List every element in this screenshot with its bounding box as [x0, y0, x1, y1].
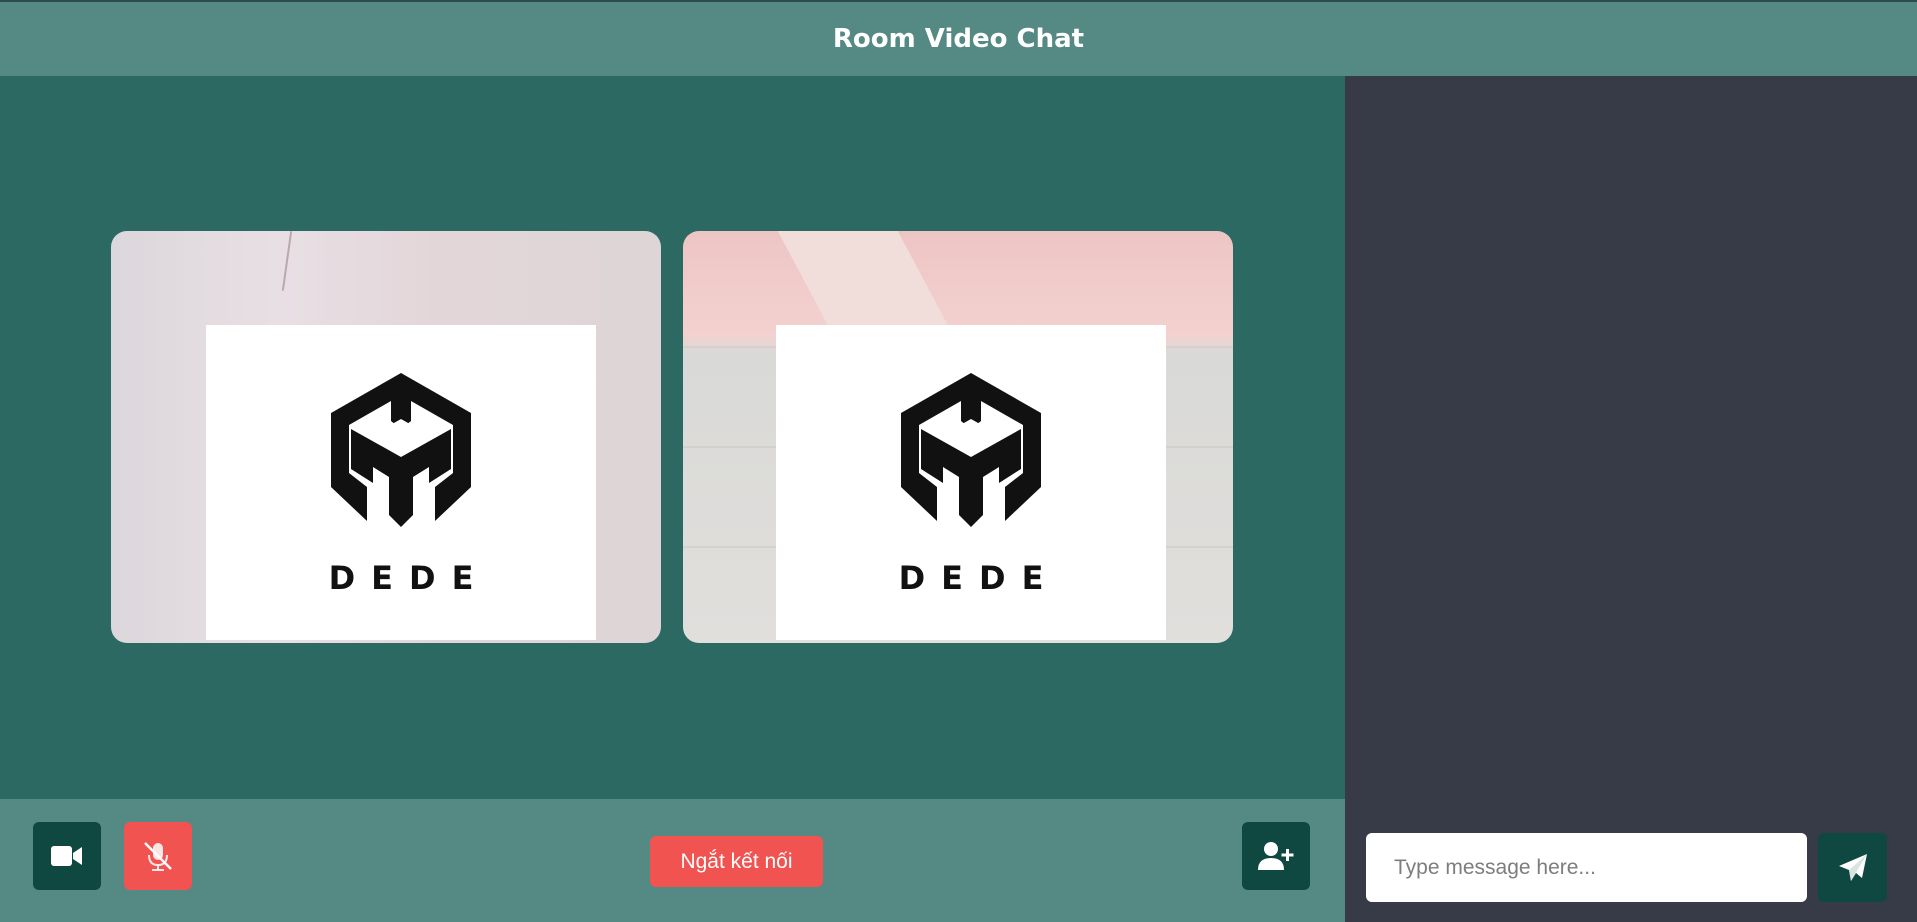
toggle-mic-button[interactable] — [124, 822, 192, 890]
camera-background — [281, 231, 293, 291]
chat-panel — [1345, 76, 1917, 922]
avatar-card: DEDE — [206, 325, 596, 640]
camera-background — [777, 231, 949, 326]
microphone-muted-icon — [144, 842, 172, 871]
avatar-card: DEDE — [776, 325, 1166, 640]
video-stage: DEDE DEDE — [0, 76, 1345, 799]
toggle-video-button[interactable] — [33, 822, 101, 890]
user-plus-icon — [1258, 842, 1294, 870]
disconnect-button[interactable]: Ngắt kết nối — [650, 836, 823, 887]
logo-wordmark: DEDE — [898, 559, 1060, 597]
logo-wordmark: DEDE — [328, 559, 490, 597]
dede-logo-icon — [331, 373, 471, 527]
send-message-button[interactable] — [1818, 833, 1887, 902]
page-title: Room Video Chat — [832, 24, 1085, 54]
add-user-button[interactable] — [1242, 822, 1310, 890]
dede-logo-icon — [901, 373, 1041, 527]
paper-plane-icon — [1838, 853, 1867, 881]
video-tile[interactable]: DEDE — [111, 231, 661, 643]
video-tile[interactable]: DEDE — [683, 231, 1233, 643]
app-header: Room Video Chat — [0, 0, 1917, 76]
chat-message-input[interactable] — [1366, 833, 1807, 902]
video-camera-icon — [51, 846, 82, 866]
